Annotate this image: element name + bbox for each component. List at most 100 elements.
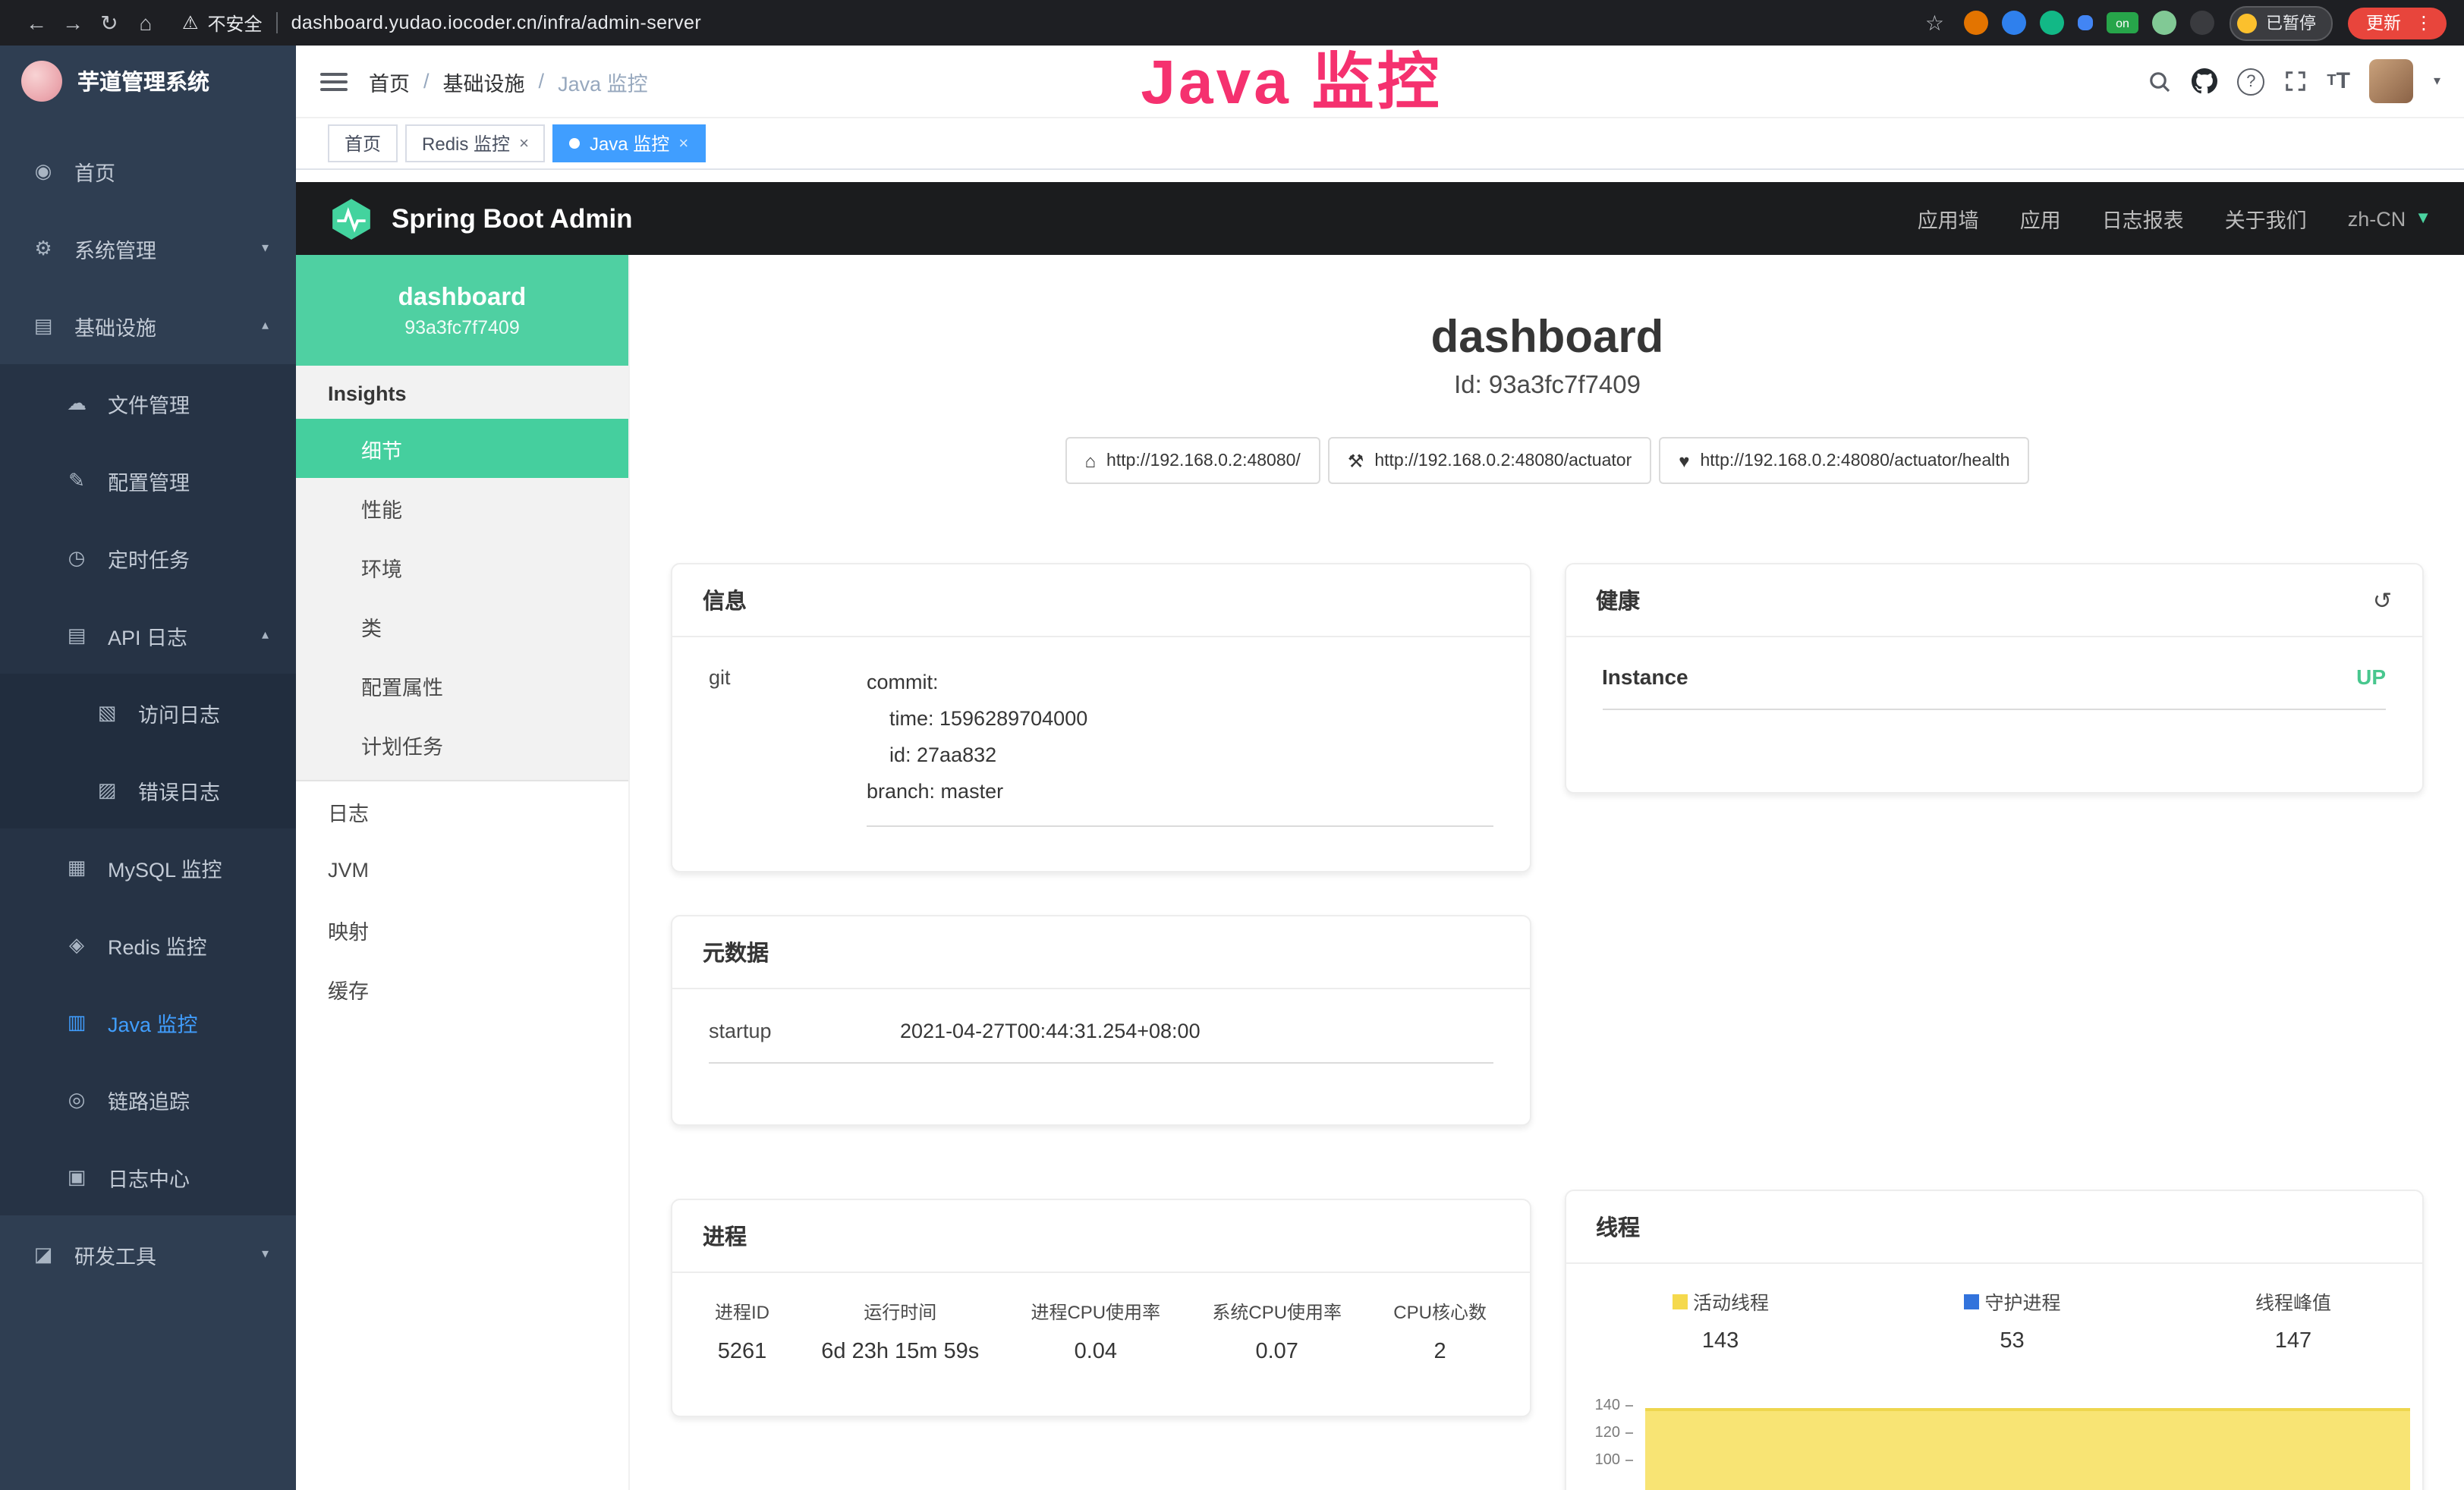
forward-icon[interactable]: → xyxy=(55,11,91,35)
sba-brand[interactable]: Spring Boot Admin xyxy=(392,203,633,234)
sidebar-item-label: 定时任务 xyxy=(108,542,190,573)
sba-nav-about[interactable]: 关于我们 xyxy=(2225,203,2307,234)
sba-item-jvm[interactable]: JVM xyxy=(296,841,628,900)
logo-avatar-icon xyxy=(21,61,62,102)
sidebar-item-home[interactable]: ◉ 首页 xyxy=(0,132,296,209)
sidebar-item-log-center[interactable]: ▣ 日志中心 xyxy=(0,1138,296,1215)
update-label: 更新 xyxy=(2366,11,2401,35)
threads-chart: 140 120 100 xyxy=(1566,1375,2422,1490)
sba-item-config-props[interactable]: 配置属性 xyxy=(296,655,628,715)
user-avatar[interactable] xyxy=(2370,59,2414,103)
sidebar-item-infrastructure[interactable]: ▤ 基础设施 ▴ xyxy=(0,287,296,364)
address-bar[interactable]: dashboard.yudao.iocoder.cn/infra/admin-s… xyxy=(291,12,702,33)
home-icon[interactable]: ⌂ xyxy=(127,11,164,35)
sidebar-menu: ◉ 首页 ⚙ 系统管理 ▾ ▤ 基础设施 ▴ ☁ 文件管理 xyxy=(0,117,296,1293)
extension-icon-blue-grid[interactable] xyxy=(2078,15,2093,30)
redis-icon: ◈ xyxy=(64,932,90,957)
extension-on-badge[interactable]: on xyxy=(2107,12,2138,33)
sba-item-details[interactable]: 细节 xyxy=(296,419,628,478)
reload-icon[interactable]: ↻ xyxy=(91,10,127,36)
insights-group: Insights 细节 性能 环境 类 配置属性 计划任务 xyxy=(296,366,628,781)
tab-redis-monitor[interactable]: Redis 监控 × xyxy=(405,124,546,162)
insights-label: Insights xyxy=(296,366,628,419)
sidebar-item-label: 链路追踪 xyxy=(108,1084,190,1114)
devtools-icon: ◪ xyxy=(30,1242,56,1266)
process-col: CPU核心数 2 xyxy=(1393,1299,1487,1364)
collapse-sidebar-icon[interactable] xyxy=(320,72,348,90)
sba-item-scheduled-tasks[interactable]: 计划任务 xyxy=(296,715,628,774)
sba-logo-icon[interactable] xyxy=(329,196,373,240)
actuator-url-button[interactable]: ⚒ http://192.168.0.2:48080/actuator xyxy=(1328,437,1651,484)
tab-home[interactable]: 首页 xyxy=(328,124,398,162)
log-center-icon: ▣ xyxy=(64,1165,90,1189)
breadcrumb-infrastructure[interactable]: 基础设施 xyxy=(443,66,525,96)
sidebar-item-dev-tools[interactable]: ◪ 研发工具 ▾ xyxy=(0,1215,296,1293)
chrome-update-button[interactable]: 更新 ⋮ xyxy=(2348,7,2447,39)
locale-select[interactable]: zh-CN ▼ xyxy=(2348,207,2431,230)
sidebar-item-access-logs[interactable]: ▧ 访问日志 xyxy=(0,674,296,751)
search-icon[interactable] xyxy=(2148,63,2172,99)
sidebar-item-label: 研发工具 xyxy=(74,1239,156,1269)
font-size-icon[interactable]: TT xyxy=(2327,63,2350,99)
sidebar-item-tracing[interactable]: ◎ 链路追踪 xyxy=(0,1061,296,1138)
close-icon[interactable]: × xyxy=(678,134,688,152)
site-security[interactable]: ⚠ 不安全 xyxy=(182,10,263,36)
sba-item-environment[interactable]: 环境 xyxy=(296,537,628,596)
sidebar-item-java-monitor[interactable]: ▥ Java 监控 xyxy=(0,983,296,1061)
sidebar-item-mysql-monitor[interactable]: ▦ MySQL 监控 xyxy=(0,828,296,906)
instance-title: dashboard xyxy=(671,313,2424,364)
sba-item-caches[interactable]: 缓存 xyxy=(296,959,628,1018)
infrastructure-submenu: ☁ 文件管理 ✎ 配置管理 ◷ 定时任务 ▤ API 日志 ▴ xyxy=(0,364,296,1215)
chevron-up-icon: ▴ xyxy=(262,627,269,643)
help-icon[interactable]: ? xyxy=(2237,63,2264,99)
sidebar-item-label: 日志中心 xyxy=(108,1162,190,1192)
profile-paused-badge[interactable]: 已暂停 xyxy=(2230,5,2333,40)
breadcrumb: 首页 / 基础设施 / Java 监控 xyxy=(369,66,648,96)
sba-nav-log-report[interactable]: 日志报表 xyxy=(2102,203,2184,234)
process-card-title: 进程 xyxy=(703,1220,747,1252)
sidebar-item-error-logs[interactable]: ▨ 错误日志 xyxy=(0,751,296,828)
sba-item-mappings[interactable]: 映射 xyxy=(296,900,628,959)
bookmark-star-icon[interactable]: ☆ xyxy=(1925,10,1944,36)
sba-nav-wall[interactable]: 应用墙 xyxy=(1918,203,1979,234)
extension-icon-green-circle[interactable] xyxy=(2040,11,2064,35)
back-icon[interactable]: ← xyxy=(18,11,55,35)
main-sidebar: 芋道管理系统 ◉ 首页 ⚙ 系统管理 ▾ ▤ 基础设施 ▴ xyxy=(0,46,296,1490)
info-value: commit: time: 1596289704000 id: 27aa832 … xyxy=(867,665,1493,827)
sidebar-item-file-mgmt[interactable]: ☁ 文件管理 xyxy=(0,364,296,442)
locale-label: zh-CN xyxy=(2348,207,2406,230)
sidebar-item-config-mgmt[interactable]: ✎ 配置管理 xyxy=(0,442,296,519)
sidebar-item-label: Java 监控 xyxy=(108,1007,198,1037)
instance-url-button[interactable]: ⌂ http://192.168.0.2:48080/ xyxy=(1065,437,1320,484)
sba-nav-applications[interactable]: 应用 xyxy=(2020,203,2061,234)
tab-java-monitor[interactable]: Java 监控 × xyxy=(553,124,705,162)
annotation-text: Java 监控 xyxy=(1141,30,1442,121)
github-icon[interactable] xyxy=(2192,63,2217,99)
extension-icon-orange[interactable] xyxy=(1964,11,1988,35)
close-icon[interactable]: × xyxy=(519,134,529,152)
browser-menu-icon[interactable]: ⋮ xyxy=(2415,12,2433,33)
instance-id: 93a3fc7f7409 xyxy=(404,316,520,338)
extension-icon-green-leaf[interactable] xyxy=(2152,11,2176,35)
extension-icon-blue-drop[interactable] xyxy=(2002,11,2026,35)
chevron-up-icon: ▴ xyxy=(262,317,269,334)
sba-item-classes[interactable]: 类 xyxy=(296,596,628,655)
avatar-caret-icon[interactable]: ▾ xyxy=(2434,73,2440,90)
java-monitor-icon: ▥ xyxy=(64,1010,90,1034)
extension-icon-dark[interactable] xyxy=(2190,11,2214,35)
instance-subtitle: Id: 93a3fc7f7409 xyxy=(671,372,2424,401)
breadcrumb-home[interactable]: 首页 xyxy=(369,66,410,96)
app-logo[interactable]: 芋道管理系统 xyxy=(0,46,296,117)
sba-item-logs[interactable]: 日志 xyxy=(296,781,628,841)
history-icon[interactable]: ↺ xyxy=(2373,586,2392,614)
fullscreen-icon[interactable] xyxy=(2284,63,2307,99)
sidebar-item-api-logs[interactable]: ▤ API 日志 ▴ xyxy=(0,596,296,674)
gear-icon: ⚙ xyxy=(30,236,56,260)
sba-item-metrics[interactable]: 性能 xyxy=(296,478,628,537)
sidebar-item-redis-monitor[interactable]: ◈ Redis 监控 xyxy=(0,906,296,983)
sidebar-item-system-mgmt[interactable]: ⚙ 系统管理 ▾ xyxy=(0,209,296,287)
health-url-button[interactable]: ♥ http://192.168.0.2:48080/actuator/heal… xyxy=(1659,437,2029,484)
instance-header[interactable]: dashboard 93a3fc7f7409 xyxy=(296,255,628,366)
sidebar-item-cron-jobs[interactable]: ◷ 定时任务 xyxy=(0,519,296,596)
metadata-card-title: 元数据 xyxy=(703,936,769,968)
